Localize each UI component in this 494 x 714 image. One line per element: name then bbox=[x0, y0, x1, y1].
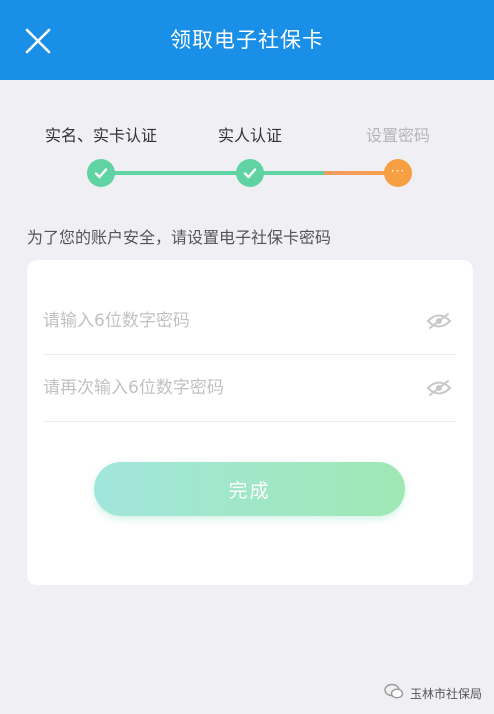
page-title: 领取电子社保卡 bbox=[170, 28, 324, 52]
step-connector-done bbox=[101, 171, 250, 175]
password-card: 完成 bbox=[27, 260, 473, 585]
eye-hidden-icon[interactable] bbox=[426, 378, 452, 398]
eye-hidden-icon[interactable] bbox=[426, 311, 452, 331]
step-label-set-password: 设置密码 bbox=[365, 126, 431, 145]
complete-button[interactable]: 完成 bbox=[94, 462, 405, 516]
check-icon bbox=[236, 159, 264, 187]
security-notice: 为了您的账户安全，请设置电子社保卡密码 bbox=[27, 228, 332, 247]
step-label-face-verify: 实人认证 bbox=[217, 126, 283, 145]
password-field bbox=[43, 288, 456, 355]
confirm-password-field bbox=[43, 355, 456, 422]
progress-steps: 实名、实卡认证 实人认证 设置密码 ··· bbox=[0, 80, 494, 210]
watermark-text: 玉林市社保局 bbox=[409, 686, 482, 701]
watermark: 玉林市社保局 bbox=[384, 683, 482, 703]
step-label-real-name: 实名、实卡认证 bbox=[44, 126, 158, 145]
wechat-icon bbox=[384, 683, 404, 703]
password-input[interactable] bbox=[43, 288, 413, 354]
current-step-marker: ··· bbox=[390, 164, 406, 178]
top-bar: 领取电子社保卡 bbox=[0, 0, 494, 80]
check-icon bbox=[87, 159, 115, 187]
ellipsis-icon: ··· bbox=[384, 159, 412, 187]
confirm-password-input[interactable] bbox=[43, 355, 413, 421]
